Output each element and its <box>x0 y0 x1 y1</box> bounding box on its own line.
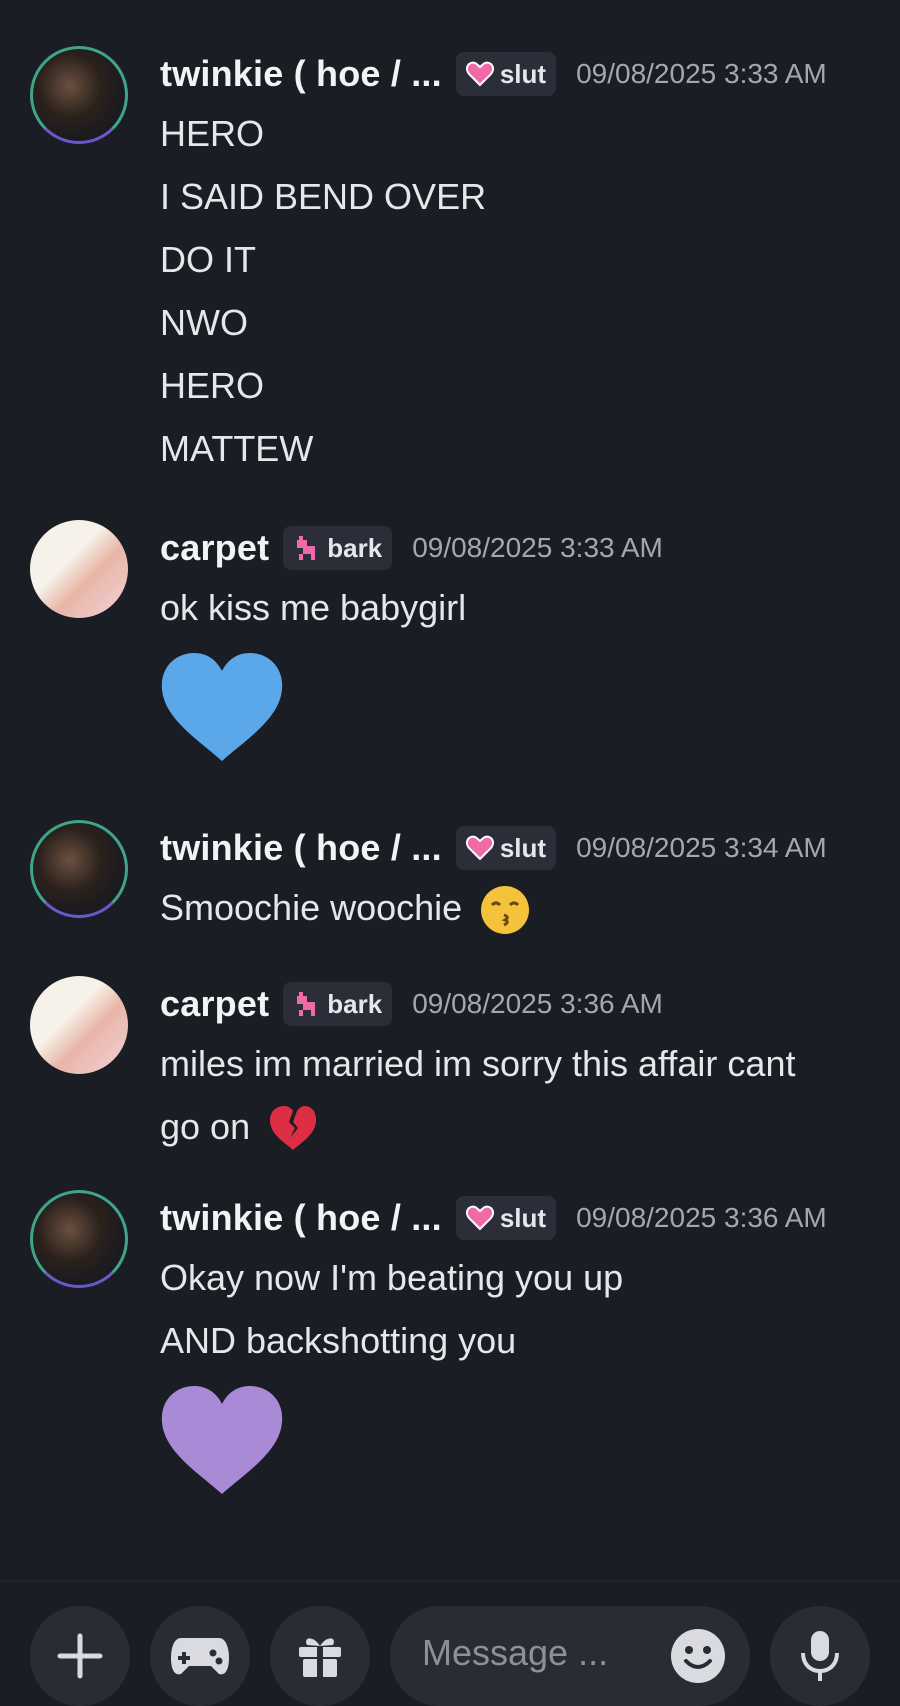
timestamp: 09/08/2025 3:36 AM <box>576 1202 827 1233</box>
role-tag[interactable]: slut <box>455 52 557 96</box>
message-line: DO IT <box>160 239 256 280</box>
role-tag-label: bark <box>327 988 383 1019</box>
message-line: ok kiss me babygirl <box>160 587 467 628</box>
message-line: HERO <box>160 365 265 406</box>
message-header: twinkie ( hoe / ... slut 09/08/2025 3:36… <box>160 1190 900 1246</box>
message-composer: Message ... <box>0 1580 900 1706</box>
message-input[interactable]: Message ... <box>390 1606 750 1706</box>
gift-button[interactable] <box>270 1606 370 1706</box>
author-name[interactable]: twinkie ( hoe / ... <box>160 1197 442 1239</box>
message[interactable]: carpet bark 09/08/2025 3:36 AM miles im … <box>0 976 900 1158</box>
avatar[interactable] <box>30 1190 128 1288</box>
author-name[interactable]: carpet <box>160 527 269 569</box>
message-line: AND backshotting you <box>160 1320 517 1361</box>
broken-heart-icon <box>270 1106 317 1151</box>
author-name[interactable]: twinkie ( hoe / ... <box>160 53 442 95</box>
role-tag[interactable]: bark <box>283 526 393 570</box>
timestamp: 09/08/2025 3:33 AM <box>576 58 827 89</box>
message-header: carpet bark 09/08/2025 3:36 AM <box>160 976 900 1032</box>
role-tag-label: slut <box>499 58 547 89</box>
pink-heart-icon <box>465 61 494 87</box>
message-line: NWO <box>160 302 248 343</box>
author-name[interactable]: carpet <box>160 983 269 1025</box>
microphone-icon <box>801 1631 839 1681</box>
plus-icon <box>57 1633 103 1679</box>
gift-icon <box>299 1638 341 1677</box>
message-header: twinkie ( hoe / ... slut 09/08/2025 3:33… <box>160 46 900 102</box>
message-line: MATTEW <box>160 428 314 469</box>
pink-heart-icon <box>465 1205 494 1231</box>
gamepad-icon <box>171 1638 229 1675</box>
message-header: twinkie ( hoe / ... slut 09/08/2025 3:34… <box>160 820 900 876</box>
message-line: Okay now I'm beating you up <box>160 1257 624 1298</box>
role-tag[interactable]: slut <box>455 1196 557 1240</box>
message-feed[interactable]: twinkie ( hoe / ... slut 09/08/2025 3:33… <box>0 0 900 1580</box>
message-line: Smoochie woochie <box>160 876 900 939</box>
role-tag-label: slut <box>499 832 547 863</box>
message-line: go on <box>160 1095 900 1158</box>
pink-heart-icon <box>465 835 494 861</box>
avatar[interactable] <box>30 520 128 618</box>
message[interactable]: carpet bark 09/08/2025 3:33 AM ok kiss m… <box>0 520 900 768</box>
kissing-face-icon <box>481 886 530 935</box>
purple-heart-icon[interactable] <box>160 1386 284 1496</box>
message[interactable]: twinkie ( hoe / ... slut 09/08/2025 3:34… <box>0 820 900 939</box>
avatar[interactable] <box>30 46 128 144</box>
activities-button[interactable] <box>150 1606 250 1706</box>
avatar[interactable] <box>30 820 128 918</box>
role-tag[interactable]: slut <box>455 826 557 870</box>
pink-dog-icon <box>297 536 316 560</box>
message-line: HERO <box>160 113 265 154</box>
blue-heart-icon[interactable] <box>160 653 284 763</box>
message-text: go on <box>160 1106 251 1147</box>
role-tag-label: slut <box>499 1202 547 1233</box>
role-tag[interactable]: bark <box>283 982 393 1026</box>
attach-button[interactable] <box>30 1606 130 1706</box>
author-name[interactable]: twinkie ( hoe / ... <box>160 827 442 869</box>
message[interactable]: twinkie ( hoe / ... slut 09/08/2025 3:36… <box>0 1190 900 1501</box>
timestamp: 09/08/2025 3:34 AM <box>576 832 827 863</box>
timestamp: 09/08/2025 3:36 AM <box>412 988 663 1019</box>
avatar[interactable] <box>30 976 128 1074</box>
role-tag-label: bark <box>327 532 383 563</box>
message-line: miles im married im sorry this affair ca… <box>160 1043 796 1084</box>
message-text: Smoochie woochie <box>160 887 463 928</box>
emoji-icon[interactable] <box>670 1628 726 1684</box>
pink-dog-icon <box>297 992 316 1016</box>
message-input-placeholder: Message ... <box>422 1632 609 1673</box>
timestamp: 09/08/2025 3:33 AM <box>412 532 663 563</box>
message-header: carpet bark 09/08/2025 3:33 AM <box>160 520 900 576</box>
message-line: I SAID BEND OVER <box>160 176 487 217</box>
voice-button[interactable] <box>770 1606 870 1706</box>
message[interactable]: twinkie ( hoe / ... slut 09/08/2025 3:33… <box>0 46 900 480</box>
